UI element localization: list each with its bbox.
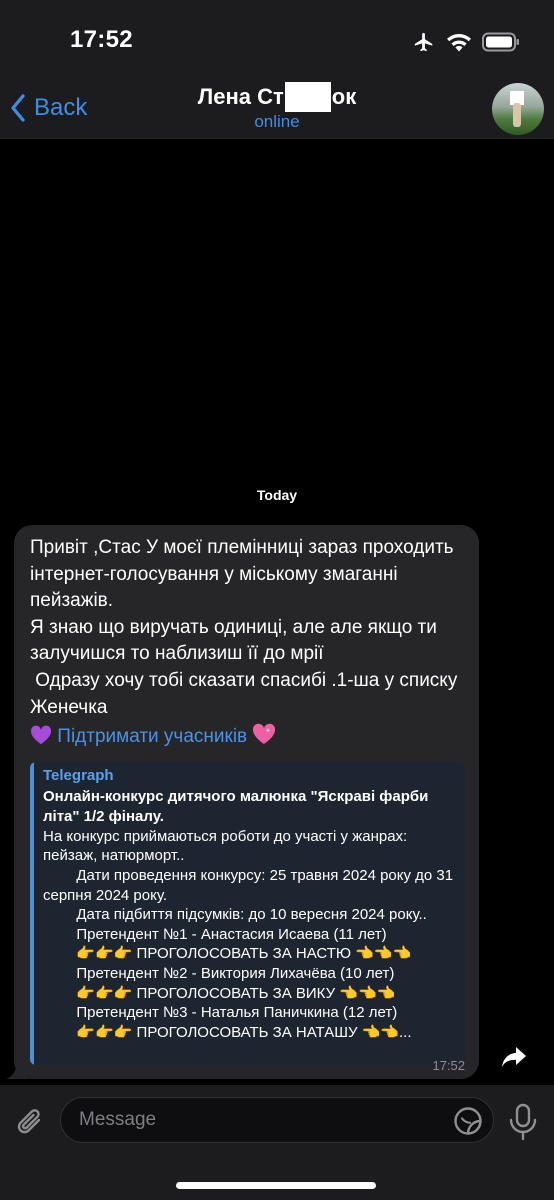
- preview-body: На конкурс приймаються роботи до участі …: [43, 827, 454, 1041]
- avatar[interactable]: [492, 83, 544, 135]
- wifi-icon: [446, 32, 472, 52]
- share-button[interactable]: [497, 1040, 531, 1074]
- message-link-row: Підтримати учасників: [30, 723, 464, 754]
- status-bar: 17:52: [0, 0, 554, 80]
- avatar-figure: [513, 103, 521, 127]
- sticker-button[interactable]: [452, 1105, 484, 1137]
- home-indicator: [176, 1182, 376, 1189]
- chat-title[interactable]: Лена Ст ок online: [137, 82, 417, 132]
- sparkling-heart-icon: [252, 723, 276, 754]
- contact-name-start: Лена Ст: [197, 84, 284, 109]
- purple-heart-icon: [30, 725, 52, 754]
- message-text: Привіт ,Стас У моєї племінниці зараз про…: [30, 537, 458, 718]
- support-participants-link[interactable]: Підтримати учасників: [57, 726, 247, 747]
- date-separator: Today: [256, 487, 298, 503]
- attach-button[interactable]: [12, 1103, 50, 1141]
- preview-site-name: Telegraph: [43, 766, 114, 784]
- sticker-icon: [454, 1107, 482, 1135]
- airplane-icon: [412, 31, 436, 53]
- back-button[interactable]: Back: [10, 90, 87, 126]
- incoming-message-bubble[interactable]: Привіт ,Стас У моєї племінниці зараз про…: [14, 525, 479, 1079]
- microphone-icon: [509, 1103, 537, 1141]
- status-icons: [412, 28, 520, 56]
- status-time: 17:52: [70, 26, 133, 53]
- message-input[interactable]: [60, 1097, 494, 1143]
- contact-name: Лена Ст ок: [137, 82, 417, 112]
- paperclip-icon: [17, 1109, 41, 1134]
- message-input-bar: [0, 1085, 554, 1200]
- chevron-left-icon: [11, 94, 25, 122]
- voice-record-button[interactable]: [506, 1103, 540, 1141]
- battery-icon: [482, 32, 520, 52]
- chat-header: Back Лена Ст ок online: [0, 80, 554, 139]
- contact-name-end: ок: [331, 84, 357, 109]
- back-label: Back: [34, 94, 88, 121]
- contact-status: online: [254, 112, 300, 131]
- link-preview[interactable]: Telegraph Онлайн-конкурс дитячого малюнк…: [30, 761, 465, 1065]
- preview-title: Онлайн-конкурс дитячого малюнка "Яскраві…: [43, 787, 429, 825]
- share-arrow-icon: [502, 1047, 526, 1067]
- redaction-box: [284, 82, 331, 112]
- message-time: 17:52: [432, 1058, 465, 1073]
- telegram-chat-screen: 17:52 Back Лена Ст ок online Today Приві…: [0, 0, 554, 1200]
